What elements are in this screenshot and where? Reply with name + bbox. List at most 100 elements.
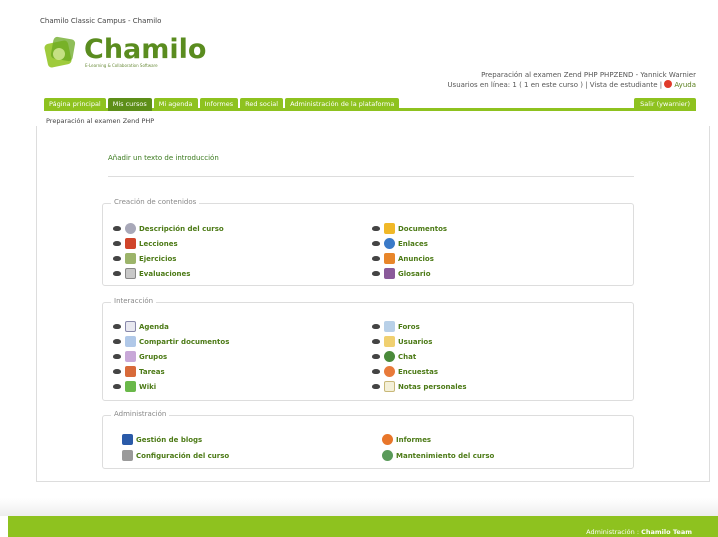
tool-lessons[interactable]: Lecciones <box>113 238 178 249</box>
logo-wordmark: Chamilo <box>84 34 207 65</box>
tool-label: Documentos <box>398 224 448 233</box>
wiki-icon <box>125 381 136 392</box>
tool-label: Usuarios <box>398 337 433 346</box>
footer-credits: Administración : Chamilo Team <box>586 528 692 536</box>
announcements-icon <box>384 253 395 264</box>
visibility-eye-icon[interactable] <box>372 226 380 231</box>
help-link[interactable]: Ayuda <box>664 80 696 89</box>
tool-announcements[interactable]: Anuncios <box>372 253 434 264</box>
tool-course-maintenance[interactable]: Mantenimiento del curso <box>382 450 494 461</box>
visibility-eye-icon[interactable] <box>113 369 121 374</box>
tool-label: Wiki <box>139 382 157 391</box>
evaluations-icon <box>125 268 136 279</box>
online-users[interactable]: Usuarios en línea: 1 ( 1 en este curso )… <box>447 81 587 89</box>
visibility-eye-icon[interactable] <box>372 384 380 389</box>
visibility-eye-icon[interactable] <box>372 354 380 359</box>
footer-team-link[interactable]: Chamilo Team <box>641 528 692 536</box>
tool-label: Agenda <box>139 322 169 331</box>
visibility-eye-icon[interactable] <box>113 226 121 231</box>
visibility-eye-icon[interactable] <box>113 354 121 359</box>
visibility-eye-icon[interactable] <box>113 241 121 246</box>
footer-separator <box>0 498 718 516</box>
student-view-link[interactable]: Vista de estudiante <box>590 81 658 89</box>
visibility-eye-icon[interactable] <box>113 339 121 344</box>
visibility-eye-icon[interactable] <box>372 271 380 276</box>
users-icon <box>384 336 395 347</box>
tool-surveys[interactable]: Encuestas <box>372 366 438 377</box>
tool-exercises[interactable]: Ejercicios <box>113 253 176 264</box>
visibility-eye-icon[interactable] <box>372 241 380 246</box>
help-icon <box>664 80 673 88</box>
folder-icon <box>384 223 395 234</box>
tool-personal-notes[interactable]: Notas personales <box>372 381 467 392</box>
tool-links[interactable]: Enlaces <box>372 238 428 249</box>
tool-course-settings[interactable]: Configuración del curso <box>122 450 229 461</box>
tool-label: Anuncios <box>398 254 434 263</box>
section-title: Interacción <box>111 297 157 305</box>
notes-icon <box>384 381 395 392</box>
tool-label: Compartir documentos <box>139 337 230 346</box>
tab-my-courses[interactable]: Mis cursos <box>107 98 152 111</box>
tool-groups[interactable]: Grupos <box>113 351 167 362</box>
help-label: Ayuda <box>674 81 696 89</box>
footer-admin-label: Administración : <box>586 528 640 536</box>
tool-label: Grupos <box>139 352 168 361</box>
tool-blog-management[interactable]: Gestión de blogs <box>122 434 202 445</box>
logout-button[interactable]: Salir (ywarnier) <box>634 98 696 111</box>
visibility-eye-icon[interactable] <box>113 324 121 329</box>
chamilo-logo-icon <box>44 36 76 68</box>
tool-documents[interactable]: Documentos <box>372 223 447 234</box>
add-intro-link[interactable]: Añadir un texto de introducción <box>108 154 219 162</box>
tab-social[interactable]: Red social <box>240 98 284 111</box>
tool-label: Ejercicios <box>139 254 177 263</box>
tool-label: Lecciones <box>139 239 178 248</box>
tool-users[interactable]: Usuarios <box>372 336 432 347</box>
tool-wiki[interactable]: Wiki <box>113 381 156 392</box>
tab-platform-admin[interactable]: Administración de la plataforma <box>285 98 400 111</box>
chat-icon <box>384 351 395 362</box>
visibility-eye-icon[interactable] <box>372 324 380 329</box>
tool-course-description[interactable]: Descripción del curso <box>113 223 224 234</box>
tool-label: Tareas <box>139 367 165 376</box>
tool-label: Foros <box>398 322 420 331</box>
tool-evaluations[interactable]: Evaluaciones <box>113 268 190 279</box>
breadcrumb[interactable]: Preparación al examen Zend PHP <box>46 117 154 125</box>
reports-pie-icon <box>382 434 393 445</box>
settings-tools-icon <box>122 450 133 461</box>
tool-label: Notas personales <box>398 382 467 391</box>
calendar-icon <box>125 321 136 332</box>
tool-share-documents[interactable]: Compartir documentos <box>113 336 229 347</box>
visibility-eye-icon[interactable] <box>113 384 121 389</box>
blog-icon <box>122 434 133 445</box>
forum-icon <box>384 321 395 332</box>
header-separator: | <box>659 81 663 89</box>
section-interaction: Interacción <box>102 297 634 401</box>
globe-icon <box>384 238 395 249</box>
tab-reports[interactable]: Informes <box>199 98 239 111</box>
tool-glossary[interactable]: Glosario <box>372 268 431 279</box>
window-title: Chamilo Classic Campus - Chamilo <box>40 17 162 25</box>
visibility-eye-icon[interactable] <box>372 369 380 374</box>
tool-assignments[interactable]: Tareas <box>113 366 165 377</box>
logo-tagline: E-Learning & Collaboration Software <box>85 63 158 68</box>
maintenance-icon <box>382 450 393 461</box>
section-title: Administración <box>111 410 170 418</box>
visibility-eye-icon[interactable] <box>372 339 380 344</box>
survey-icon <box>384 366 395 377</box>
description-icon <box>125 223 136 234</box>
tool-label: Evaluaciones <box>139 269 191 278</box>
exercises-icon <box>125 253 136 264</box>
section-title: Creación de contenidos <box>111 198 200 206</box>
tool-forums[interactable]: Foros <box>372 321 420 332</box>
tab-home[interactable]: Página principal <box>44 98 106 111</box>
visibility-eye-icon[interactable] <box>113 256 121 261</box>
tool-agenda[interactable]: Agenda <box>113 321 169 332</box>
tool-reports[interactable]: Informes <box>382 434 431 445</box>
tool-label: Gestión de blogs <box>136 435 203 444</box>
pencil-icon <box>125 366 136 377</box>
tool-chat[interactable]: Chat <box>372 351 416 362</box>
tab-my-agenda[interactable]: Mi agenda <box>153 98 198 111</box>
visibility-eye-icon[interactable] <box>372 256 380 261</box>
tool-label: Configuración del curso <box>136 451 230 460</box>
visibility-eye-icon[interactable] <box>113 271 121 276</box>
